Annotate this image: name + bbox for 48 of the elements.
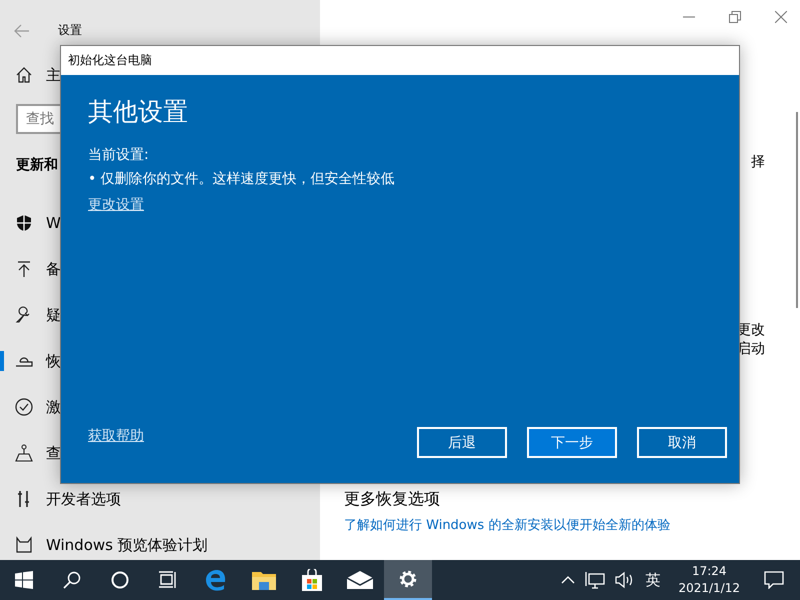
help-link[interactable]: 获取帮助 — [88, 427, 144, 445]
envelope-icon[interactable] — [347, 571, 373, 589]
shield-icon — [15, 214, 33, 232]
person-pin-icon — [15, 444, 33, 462]
dialog-button[interactable]: 取消 — [637, 427, 727, 458]
chevron-up-icon[interactable] — [561, 576, 576, 584]
upload-arrow-icon — [15, 260, 33, 278]
network-icon[interactable] — [585, 571, 606, 589]
check-circle-icon — [15, 398, 33, 416]
reinstall-link[interactable]: 了解如何进行 Windows 的全新安装以便开始全新的体验 — [344, 516, 670, 534]
circle-icon[interactable] — [111, 571, 129, 589]
section-heading: 更新和 — [16, 156, 59, 174]
clock-date[interactable]: 2021/1/12 — [678, 580, 740, 597]
current-settings-label: 当前设置: — [88, 146, 150, 164]
next-button[interactable]: 下一步 — [527, 427, 617, 458]
scrollbar[interactable] — [796, 112, 798, 308]
bullet-item: • 仅删除你的文件。这样速度更快，但安全性较低 — [88, 170, 396, 188]
shopping-bag-icon[interactable] — [301, 569, 323, 591]
close-icon[interactable] — [775, 11, 787, 23]
cat-icon — [15, 536, 33, 554]
browser-e-icon[interactable] — [205, 569, 227, 591]
dialog-button[interactable]: 后退 — [417, 427, 507, 458]
notification-icon[interactable] — [764, 571, 784, 589]
section-heading: 更多恢复选项 — [344, 489, 440, 510]
sidebar-item[interactable]: W — [46, 214, 61, 232]
home-icon — [15, 66, 33, 84]
dialog-title: 初始化这台电脑 — [61, 46, 739, 75]
task-view-icon[interactable] — [159, 571, 177, 589]
sidebar-item[interactable]: 备 — [46, 260, 61, 278]
sidebar-item[interactable]: 主 — [46, 66, 61, 84]
windows-logo-icon[interactable] — [15, 571, 33, 589]
sidebar-item[interactable]: 恢 — [46, 352, 61, 370]
settings-icon[interactable] — [398, 569, 418, 589]
body-text: 择 — [751, 153, 765, 171]
window-title: 设置 — [58, 22, 82, 39]
sidebar-item[interactable]: 查 — [46, 444, 61, 462]
sidebar-item[interactable]: 开发者选项 — [46, 490, 121, 508]
input-method-indicator[interactable]: 英 — [645, 570, 660, 590]
sidebar-item[interactable]: 激 — [46, 398, 61, 416]
recovery-icon — [15, 355, 33, 367]
sidebar-item[interactable]: 疑 — [46, 306, 61, 324]
restore-icon[interactable] — [729, 11, 741, 23]
change-settings-link[interactable]: 更改设置 — [88, 196, 144, 214]
sidebar-item[interactable]: Windows 预览体验计划 — [46, 536, 208, 554]
dialog-heading: 其他设置 — [88, 96, 189, 128]
clock-time[interactable]: 17:24 — [692, 563, 727, 580]
search-icon[interactable] — [63, 571, 81, 589]
folder-icon[interactable] — [252, 570, 276, 590]
